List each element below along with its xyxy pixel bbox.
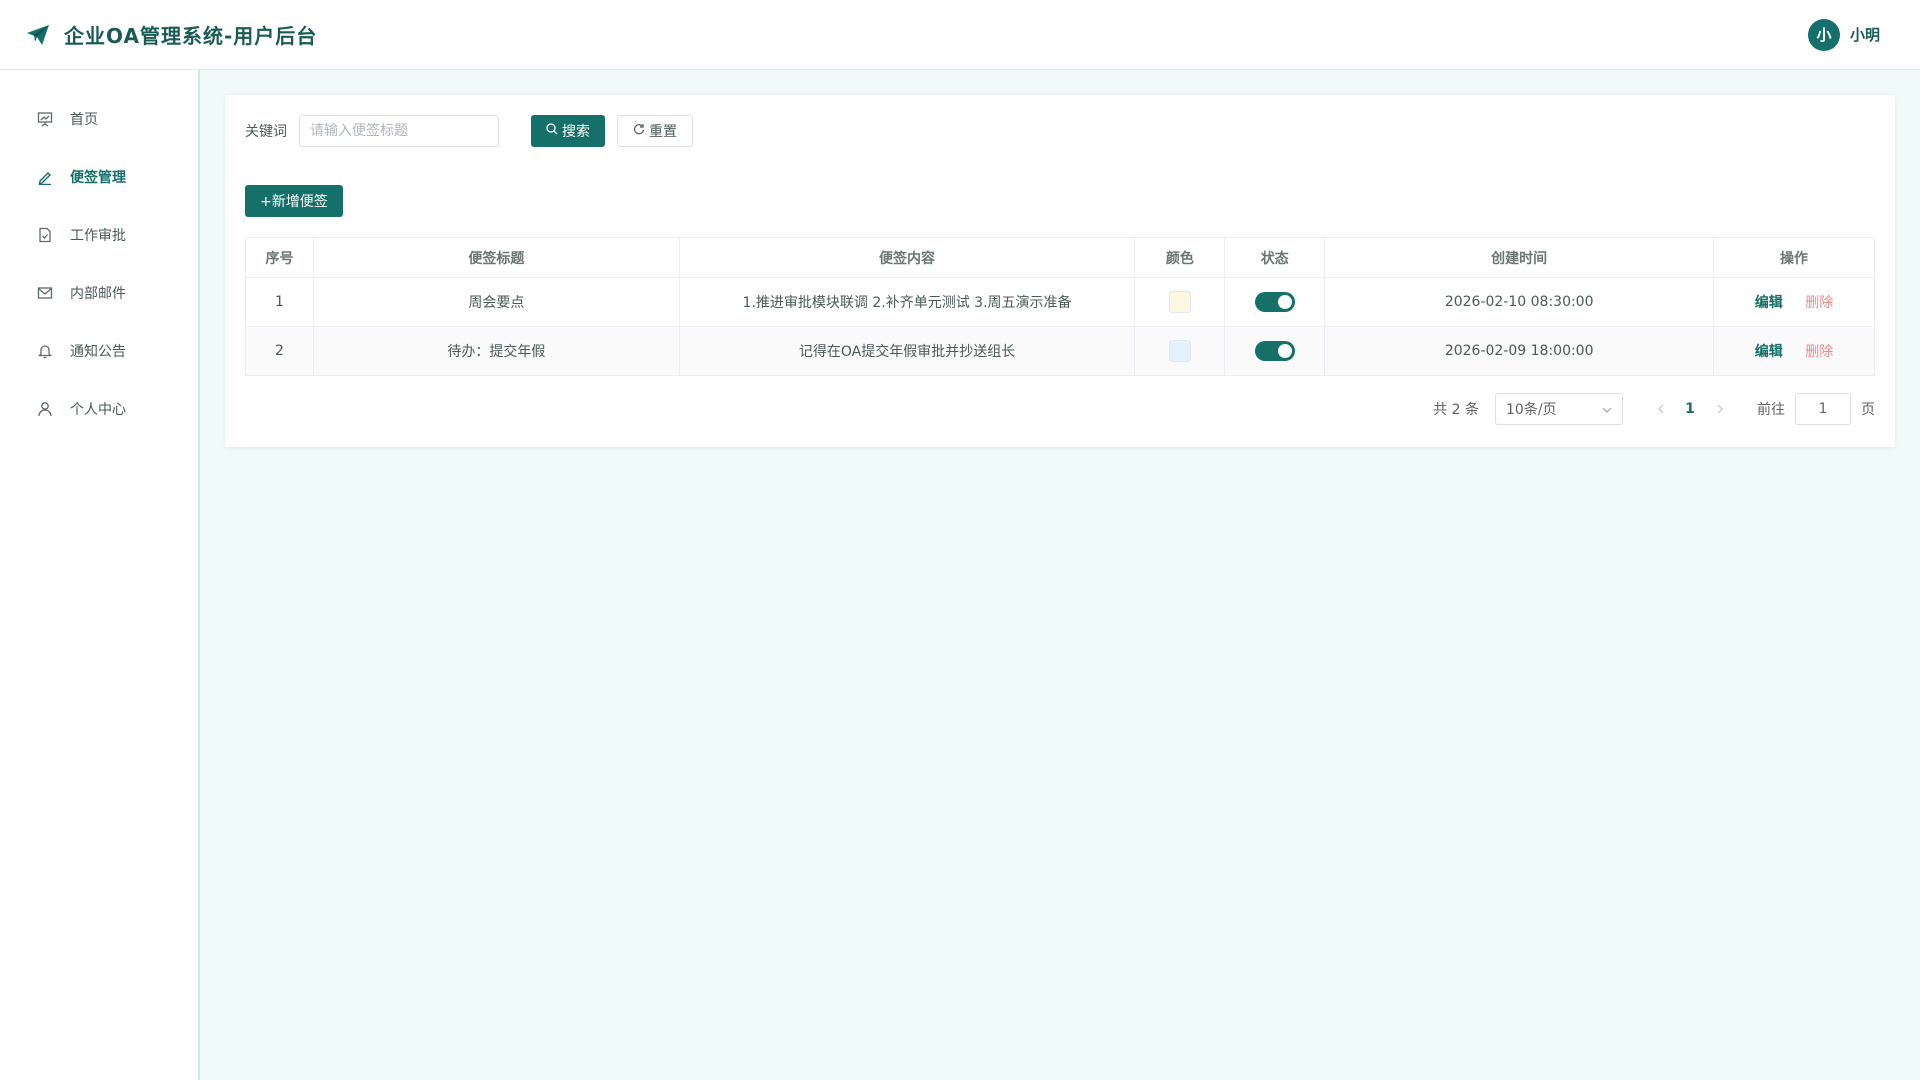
note-title: 待办：提交年假 [312, 326, 680, 376]
sidebar-item-label: 首页 [70, 112, 98, 128]
chevron-left-icon [1657, 404, 1663, 414]
sidebar-item-profile[interactable]: 个人中心 [0, 380, 198, 438]
created-time: 2026-02-10 08:30:00 [1324, 277, 1715, 327]
notes-panel: 关键词 搜索 重置 +新增便签 序号 便签标题 便签内容 颜色 状态 创建时间 … [225, 95, 1895, 447]
row-index: 2 [245, 326, 314, 376]
username[interactable]: 小明 [1850, 24, 1880, 45]
next-page-button[interactable] [1705, 394, 1735, 424]
sidebar-item-label: 内部邮件 [70, 286, 126, 302]
sidebar-item-label: 工作审批 [70, 228, 126, 244]
chevron-down-icon [1602, 401, 1612, 417]
keyword-input[interactable] [299, 115, 499, 147]
user-menu[interactable]: 小 小明 [1807, 18, 1880, 51]
page-size-select[interactable]: 10条/页 [1495, 393, 1623, 425]
color-swatch [1168, 340, 1191, 362]
keyword-label: 关键词 [245, 124, 287, 140]
column-header: 便签标题 [312, 237, 680, 278]
column-header: 状态 [1224, 237, 1326, 278]
reset-button[interactable]: 重置 [617, 115, 693, 147]
column-header: 序号 [245, 237, 314, 278]
toggle-knob [1277, 295, 1292, 309]
edit-link[interactable]: 编辑 [1755, 344, 1783, 360]
search-button-label: 搜索 [562, 124, 590, 140]
search-icon [546, 123, 558, 139]
table-row: 1 周会要点 1.推进审批模块联调 2.补齐单元测试 3.周五演示准备 2026… [245, 277, 1875, 327]
refresh-icon [633, 123, 645, 139]
page-unit: 页 [1861, 402, 1875, 418]
column-header: 创建时间 [1324, 237, 1715, 278]
edit-link[interactable]: 编辑 [1755, 295, 1783, 311]
pen-icon [36, 168, 54, 186]
page-number[interactable]: 1 [1675, 394, 1705, 424]
pagination: 共 2 条 10条/页 1 前往 页 [1433, 393, 1875, 425]
toggle-knob [1277, 344, 1292, 358]
column-header: 便签内容 [678, 237, 1136, 278]
column-header: 颜色 [1134, 237, 1226, 278]
chevron-right-icon [1717, 404, 1723, 414]
sidebar-item-notes[interactable]: 便签管理 [0, 148, 198, 206]
created-time: 2026-02-09 18:00:00 [1324, 326, 1715, 376]
search-form: 关键词 搜索 重置 [245, 115, 693, 147]
note-title: 周会要点 [312, 277, 680, 327]
notes-table: 序号 便签标题 便签内容 颜色 状态 创建时间 操作 1 周会要点 1.推进审批… [245, 237, 1875, 376]
page-size-value: 10条/页 [1506, 402, 1557, 418]
avatar[interactable]: 小 [1807, 18, 1840, 51]
search-button[interactable]: 搜索 [531, 115, 605, 147]
table-row: 2 待办：提交年假 记得在OA提交年假审批并抄送组长 2026-02-09 18… [245, 326, 1875, 376]
sidebar-item-label: 便签管理 [70, 170, 126, 186]
document-check-icon [36, 226, 54, 244]
sidebar-item-notice[interactable]: 通知公告 [0, 322, 198, 380]
add-note-button[interactable]: +新增便签 [245, 185, 343, 217]
goto-page-input[interactable] [1795, 393, 1851, 425]
sidebar-item-mail[interactable]: 内部邮件 [0, 264, 198, 322]
total-count: 共 2 条 [1433, 402, 1479, 418]
user-icon [36, 400, 54, 418]
note-content: 记得在OA提交年假审批并抄送组长 [678, 326, 1136, 376]
sidebar: 首页 便签管理 工作审批 内部邮件 通知公告 个人中心 [0, 70, 200, 1080]
delete-link[interactable]: 删除 [1805, 295, 1833, 311]
top-header: 企业OA管理系统-用户后台 小 小明 [0, 0, 1920, 70]
brand[interactable]: 企业OA管理系统-用户后台 [26, 20, 317, 49]
row-index: 1 [245, 277, 314, 327]
status-toggle[interactable] [1254, 292, 1295, 312]
sidebar-item-label: 通知公告 [70, 344, 126, 360]
note-content: 1.推进审批模块联调 2.补齐单元测试 3.周五演示准备 [678, 277, 1136, 327]
goto-label: 前往 [1757, 402, 1785, 418]
sidebar-item-home[interactable]: 首页 [0, 90, 198, 148]
bell-icon [36, 342, 54, 360]
paper-plane-icon [26, 24, 50, 46]
app-title: 企业OA管理系统-用户后台 [64, 24, 318, 48]
table-header-row: 序号 便签标题 便签内容 颜色 状态 创建时间 操作 [245, 237, 1875, 278]
delete-link[interactable]: 删除 [1805, 344, 1833, 360]
reset-button-label: 重置 [649, 124, 677, 140]
presentation-icon [36, 110, 54, 128]
mail-icon [36, 284, 54, 302]
status-toggle[interactable] [1254, 341, 1295, 361]
sidebar-item-label: 个人中心 [70, 402, 126, 418]
column-header: 操作 [1713, 237, 1875, 278]
prev-page-button[interactable] [1645, 394, 1675, 424]
sidebar-item-approval[interactable]: 工作审批 [0, 206, 198, 264]
color-swatch [1168, 291, 1191, 313]
